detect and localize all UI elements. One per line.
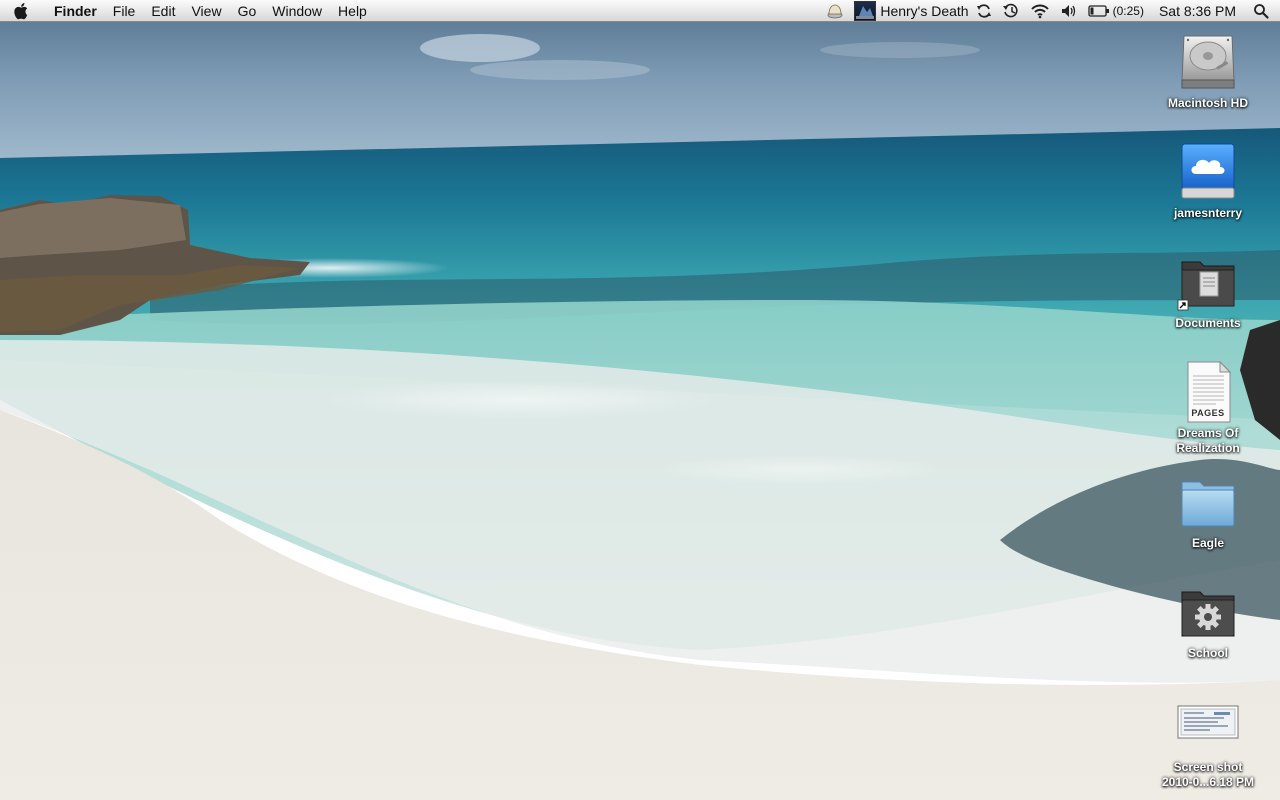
wifi-icon[interactable] bbox=[1025, 0, 1055, 22]
folder-icon bbox=[1176, 470, 1240, 534]
menu-edit[interactable]: Edit bbox=[143, 0, 183, 22]
desktop-icon-label: Macintosh HD bbox=[1167, 96, 1248, 110]
screenshot-thumbnail-icon bbox=[1176, 690, 1240, 754]
desktop-icon-label: jamesnterry bbox=[1173, 206, 1243, 220]
time-machine-icon[interactable] bbox=[997, 0, 1025, 22]
desktop-wallpaper bbox=[0, 0, 1280, 800]
desktop-icon-jamesnterry[interactable]: jamesnterry bbox=[1153, 140, 1263, 221]
menu-file[interactable]: File bbox=[105, 0, 144, 22]
album-art-icon[interactable] bbox=[854, 0, 877, 21]
hard-drive-icon bbox=[1176, 30, 1240, 94]
sync-icon[interactable] bbox=[971, 0, 997, 22]
menu-app-finder[interactable]: Finder bbox=[44, 0, 105, 22]
desktop-icon-school[interactable]: School bbox=[1153, 580, 1263, 661]
battery-icon[interactable] bbox=[1087, 4, 1110, 18]
desktop-icon-label: Screen shot 2010-0...6.18 PM bbox=[1153, 760, 1263, 790]
desktop-icon-label: Dreams Of Realization bbox=[1153, 426, 1263, 456]
menu-go[interactable]: Go bbox=[230, 0, 265, 22]
volume-icon[interactable] bbox=[1055, 0, 1083, 22]
idisk-icon bbox=[1176, 140, 1240, 204]
desktop-icon-label: Eagle bbox=[1191, 536, 1224, 550]
menu-bar: Finder File Edit View Go Window Help Hen… bbox=[0, 0, 1280, 22]
desktop-icon-label-line: Screen shot bbox=[1173, 760, 1243, 774]
desktop-icon-label: Documents bbox=[1175, 316, 1241, 330]
desktop-icon-label-line: Realization bbox=[1176, 441, 1240, 455]
alert-icon[interactable] bbox=[821, 0, 849, 22]
pages-badge: PAGES bbox=[1191, 408, 1225, 418]
desktop-icon-dreams-of-realization[interactable]: PAGES Dreams Of Realization bbox=[1153, 360, 1263, 456]
desktop-icon-documents[interactable]: Documents bbox=[1153, 250, 1263, 331]
desktop-icon-screen-shot[interactable]: Screen shot 2010-0...6.18 PM bbox=[1153, 690, 1263, 790]
desktop-icon-label-line: 2010-0...6.18 PM bbox=[1161, 775, 1255, 789]
desktop-icon-eagle[interactable]: Eagle bbox=[1153, 470, 1263, 551]
folder-alias-icon bbox=[1176, 250, 1240, 314]
battery-time[interactable]: (0:25) bbox=[1113, 4, 1144, 18]
menu-help[interactable]: Help bbox=[330, 0, 375, 22]
pages-document-icon: PAGES bbox=[1176, 360, 1240, 424]
menu-clock[interactable]: Sat 8:36 PM bbox=[1159, 3, 1236, 19]
apple-icon[interactable] bbox=[0, 0, 44, 22]
menu-window[interactable]: Window bbox=[264, 0, 330, 22]
folder-gear-icon bbox=[1176, 580, 1240, 644]
menu-view[interactable]: View bbox=[183, 0, 229, 22]
desktop-icon-label-line: Dreams Of bbox=[1177, 426, 1239, 440]
desktop-icon-label: School bbox=[1187, 646, 1228, 660]
spotlight-icon[interactable] bbox=[1241, 0, 1274, 22]
now-playing-title[interactable]: Henry's Death bbox=[880, 3, 968, 19]
desktop-icon-macintosh-hd[interactable]: Macintosh HD bbox=[1153, 30, 1263, 111]
